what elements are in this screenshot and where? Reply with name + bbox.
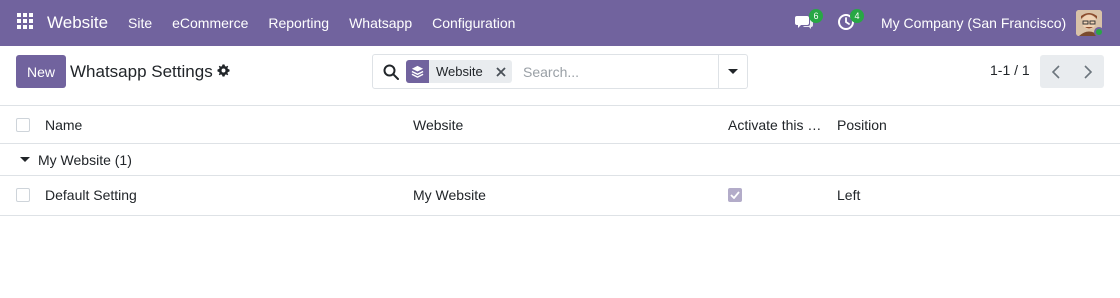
group-label: My Website (1) <box>38 152 132 168</box>
menu-item-ecommerce[interactable]: eCommerce <box>172 15 248 31</box>
pager-next-button[interactable] <box>1072 55 1104 88</box>
menu-item-site[interactable]: Site <box>128 15 152 31</box>
cell-position: Left <box>837 187 861 203</box>
column-header-position[interactable]: Position <box>837 117 1037 133</box>
chevron-right-icon <box>1084 64 1093 79</box>
main-menu: Site eCommerce Reporting Whatsapp Config… <box>128 15 535 31</box>
caret-down-icon <box>728 69 738 74</box>
menu-item-configuration[interactable]: Configuration <box>432 15 515 31</box>
activate-checkbox <box>728 188 742 202</box>
facet-label: Website <box>436 64 483 79</box>
search-options-toggle[interactable] <box>718 55 747 88</box>
messages-badge: 6 <box>809 9 823 23</box>
group-row[interactable]: My Website (1) <box>0 144 1120 176</box>
layers-icon <box>406 60 429 83</box>
row-select-checkbox[interactable] <box>16 188 30 202</box>
activities-badge: 4 <box>850 9 864 23</box>
presence-indicator <box>1094 27 1104 37</box>
apps-grid-icon[interactable] <box>17 13 35 31</box>
table-row[interactable]: Default Setting My Website Left <box>0 176 1120 216</box>
search-icon[interactable] <box>383 64 399 80</box>
check-icon <box>730 191 740 199</box>
pager-previous-button[interactable] <box>1040 55 1072 88</box>
pager-value[interactable]: 1-1 / 1 <box>990 62 1030 78</box>
menu-item-whatsapp[interactable]: Whatsapp <box>349 15 412 31</box>
column-header-activate[interactable]: Activate this s… <box>728 117 828 133</box>
new-button[interactable]: New <box>16 55 66 88</box>
remove-facet-icon[interactable] <box>490 60 512 83</box>
cell-name: Default Setting <box>45 187 137 203</box>
search-facet: Website <box>406 60 512 83</box>
top-navbar: Website Site eCommerce Reporting Whatsap… <box>0 0 1120 46</box>
chevron-left-icon <box>1051 64 1060 79</box>
search-input[interactable] <box>523 62 713 82</box>
select-all-checkbox[interactable] <box>16 118 30 132</box>
page-title: Whatsapp Settings <box>70 62 213 81</box>
app-brand[interactable]: Website <box>47 13 108 33</box>
caret-down-icon <box>20 157 30 162</box>
cell-website: My Website <box>413 187 486 203</box>
column-header-website[interactable]: Website <box>413 117 713 133</box>
menu-item-reporting[interactable]: Reporting <box>268 15 329 31</box>
gear-icon[interactable] <box>217 64 230 77</box>
list-header: Name Website Activate this s… Position <box>0 105 1120 144</box>
company-switcher[interactable]: My Company (San Francisco) <box>881 15 1066 31</box>
search-bar: Website <box>372 54 748 89</box>
column-header-name[interactable]: Name <box>45 117 385 133</box>
